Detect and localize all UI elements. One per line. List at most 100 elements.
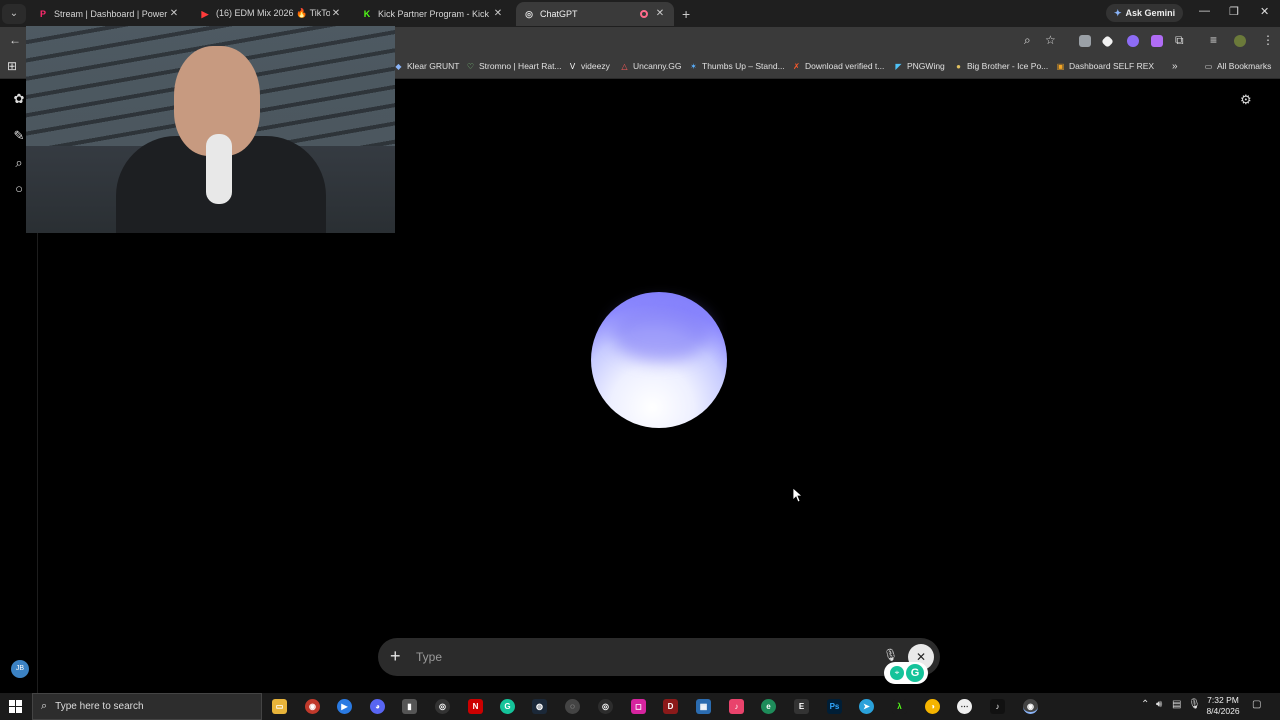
discord-icon[interactable]: ◕	[370, 699, 385, 714]
app-icon[interactable]: ▮	[402, 699, 417, 714]
notifications-icon[interactable]: ▢	[1252, 699, 1261, 710]
app-icon[interactable]: D	[663, 699, 678, 714]
message-composer: + 🎙︎ ✕	[378, 638, 940, 676]
tab-label: Kick Partner Program - Kick Da	[378, 8, 492, 19]
taskbar-search[interactable]: ⌕ Type here to search	[32, 693, 262, 720]
epic-games-icon[interactable]: E	[794, 699, 809, 714]
close-icon[interactable]: ✕	[168, 8, 180, 19]
message-input[interactable]	[416, 647, 836, 667]
app-icon[interactable]: ⋯	[957, 699, 972, 714]
bookmark-favicon-icon: V	[569, 61, 576, 71]
bookmark-item[interactable]: ◤ PNGWing	[894, 61, 945, 71]
ask-gemini-label: Ask Gemini	[1125, 8, 1176, 18]
app-icon[interactable]: ◉	[305, 699, 320, 714]
search-icon: ⌕	[41, 700, 48, 712]
app-icon[interactable]: λ	[892, 699, 907, 714]
bookmark-item[interactable]: ♡ Stromno | Heart Rat...	[466, 61, 562, 71]
bookmark-favicon-icon: ▣	[1056, 61, 1065, 71]
all-bookmarks-label: All Bookmarks	[1217, 61, 1272, 71]
ask-gemini-button[interactable]: ✦ Ask Gemini	[1106, 4, 1184, 22]
back-icon[interactable]: ←	[9, 33, 21, 47]
tray-chevron-icon[interactable]: ⌃	[1141, 699, 1149, 710]
tab-edm-mix[interactable]: ▶ (16) EDM Mix 2026 🔥 TikTok V ✕	[192, 2, 350, 26]
tab-chatgpt[interactable]: ◎ ChatGPT ✕	[516, 1, 674, 26]
volume-icon[interactable]: 🔊︎	[1156, 699, 1162, 710]
bookmark-label: Thumbs Up – Stand...	[702, 61, 785, 71]
grammarly-icon[interactable]: G	[500, 699, 515, 714]
file-explorer-icon[interactable]: ▭	[272, 699, 287, 714]
powerirl-icon: P	[39, 8, 46, 19]
tab-stream-dashboard[interactable]: P Stream | Dashboard | PowerIRL ✕	[30, 2, 188, 26]
chevron-down-icon: ⌄	[9, 8, 19, 19]
bookmark-item[interactable]: ✶ Thumbs Up – Stand...	[689, 61, 785, 71]
extension-icon[interactable]	[1127, 35, 1139, 47]
bookmarks-overflow-icon[interactable]: »	[1172, 61, 1178, 72]
app-icon[interactable]: ◎	[598, 699, 613, 714]
bookmark-item[interactable]: ▣ Dashboard SELF REX	[1056, 61, 1154, 71]
taskbar-search-placeholder: Type here to search	[55, 701, 144, 712]
bookmark-favicon-icon: ◤	[895, 61, 902, 71]
bookmark-favicon-icon: ✗	[793, 61, 800, 71]
extension-icon[interactable]	[1079, 35, 1091, 47]
extension-icon[interactable]	[1151, 35, 1163, 47]
more-menu-icon[interactable]: ⋮	[1262, 33, 1274, 47]
obs-icon[interactable]: ◎	[435, 699, 450, 714]
apps-grid-icon[interactable]: ⊞	[7, 59, 17, 73]
restore-icon[interactable]: ❐	[1229, 5, 1239, 18]
tab-search-menu[interactable]: ⌄	[2, 3, 26, 24]
reading-list-icon[interactable]: ≡	[1210, 33, 1217, 47]
bookmark-star-icon[interactable]: ☆	[1045, 33, 1056, 47]
close-icon[interactable]: ✕	[492, 8, 504, 19]
zoom-icon[interactable]: ⌕	[1024, 33, 1031, 48]
profile-icon[interactable]	[1234, 35, 1246, 47]
bookmark-favicon-icon: ●	[956, 61, 961, 71]
chatgpt-icon: ◎	[525, 8, 533, 19]
extension-icon[interactable]	[1101, 35, 1114, 48]
bookmark-label: PNGWing	[907, 61, 945, 71]
app-icon[interactable]: ♪	[729, 699, 744, 714]
close-icon[interactable]: ✕	[330, 8, 342, 19]
bookmark-label: videezy	[581, 61, 610, 71]
app-icon[interactable]: ▦	[696, 699, 711, 714]
tab-label: ChatGPT	[540, 8, 578, 19]
voice-settings-icon[interactable]: ⚙	[1240, 92, 1252, 108]
avatar[interactable]: JB	[11, 660, 29, 678]
tab-kick-partner[interactable]: K Kick Partner Program - Kick Da ✕	[354, 2, 512, 26]
photoshop-icon[interactable]: Ps	[827, 699, 842, 714]
app-icon[interactable]: ▶	[337, 699, 352, 714]
chrome-icon[interactable]: ◉	[1023, 699, 1038, 714]
folder-icon: ▭	[1204, 61, 1213, 71]
youtube-icon: ▶	[201, 8, 209, 19]
close-icon[interactable]: ✕	[654, 8, 666, 19]
all-bookmarks-button[interactable]: ▭ All Bookmarks	[1204, 61, 1272, 71]
app-icon[interactable]: ◑	[925, 699, 940, 714]
minimize-icon[interactable]: —	[1199, 5, 1210, 17]
telegram-icon[interactable]: ➤	[859, 699, 874, 714]
windows-start-icon[interactable]	[9, 700, 22, 713]
taskbar-clock[interactable]: 7:32 PM 8/4/2026	[1200, 695, 1246, 717]
bookmark-favicon-icon: ✶	[690, 61, 697, 71]
new-tab-icon[interactable]: +	[682, 6, 690, 22]
add-attachment-button[interactable]: +	[390, 646, 401, 667]
extensions-puzzle-icon[interactable]: ⧉	[1175, 33, 1184, 48]
network-icon[interactable]: ▤	[1172, 699, 1181, 710]
window-close-icon[interactable]: ✕	[1260, 5, 1269, 18]
bookmark-item[interactable]: Vvideezy	[568, 61, 610, 71]
bookmark-item[interactable]: ◆ Klear GRUNT	[394, 61, 459, 71]
microphone-icon[interactable]: 🎙︎	[1188, 699, 1201, 710]
tiktok-icon[interactable]: ♪	[990, 699, 1005, 714]
bookmark-item[interactable]: ✗ Download verified t...	[792, 61, 884, 71]
bookmark-item[interactable]: △ Uncanny.GG	[620, 61, 681, 71]
instagram-icon[interactable]: ◻	[631, 699, 646, 714]
grammarly-logo-icon: G	[906, 664, 924, 682]
bookmark-item[interactable]: ● Big Brother - Ice Po...	[954, 61, 1048, 71]
edge-icon[interactable]: e	[761, 699, 776, 714]
app-icon[interactable]: ◌	[565, 699, 580, 714]
grammarly-widget[interactable]: ⌖ G	[884, 662, 928, 684]
bookmark-favicon-icon: ♡	[466, 61, 475, 71]
mouse-cursor-icon	[792, 487, 804, 508]
steam-icon[interactable]: ◍	[532, 699, 547, 714]
microphone-icon[interactable]: 🎙︎	[883, 648, 898, 662]
screen: ⌄ P Stream | Dashboard | PowerIRL ✕ ▶ (1…	[0, 0, 1280, 720]
netflix-icon[interactable]: N	[468, 699, 483, 714]
